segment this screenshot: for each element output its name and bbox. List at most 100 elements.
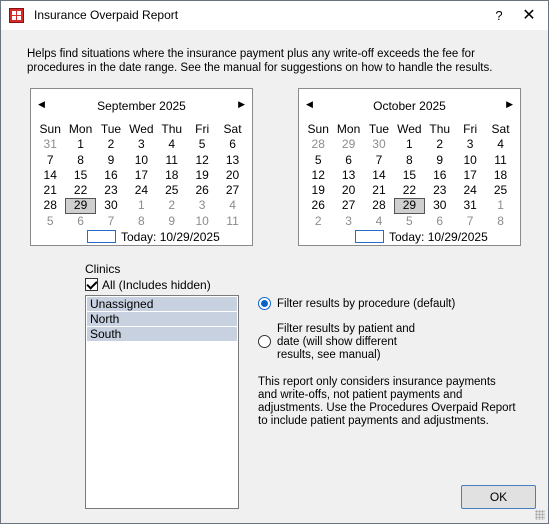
calendar-day[interactable]: 6 xyxy=(425,214,455,229)
calendar-day[interactable]: 6 xyxy=(65,214,95,229)
calendar-day[interactable]: 27 xyxy=(333,198,363,213)
filter-by-procedure-label[interactable]: Filter results by procedure (default) xyxy=(277,298,455,311)
calendar-day[interactable]: 27 xyxy=(217,183,247,198)
calendar-day[interactable]: 7 xyxy=(455,214,485,229)
calendar-day[interactable]: 2 xyxy=(303,214,333,229)
calendar-day[interactable]: 5 xyxy=(394,214,424,229)
calendar-day[interactable]: 22 xyxy=(394,183,424,198)
calendar-day[interactable]: 19 xyxy=(303,183,333,198)
calendar-day[interactable]: 4 xyxy=(485,137,515,152)
calendar-day[interactable]: 28 xyxy=(303,137,333,152)
title-bar[interactable]: Insurance Overpaid Report ? ✕ xyxy=(1,1,548,31)
calendar-day[interactable]: 13 xyxy=(217,153,247,168)
calendar-day[interactable]: 10 xyxy=(455,153,485,168)
calendar-day[interactable]: 13 xyxy=(333,168,363,183)
calendar-day[interactable]: 14 xyxy=(35,168,65,183)
filter-by-procedure-radio[interactable] xyxy=(258,297,271,310)
calendar-day[interactable]: 30 xyxy=(425,198,455,213)
calendar-day[interactable]: 20 xyxy=(333,183,363,198)
calendar-day[interactable]: 5 xyxy=(303,153,333,168)
calendar-day[interactable]: 24 xyxy=(126,183,156,198)
calendar-day[interactable]: 12 xyxy=(187,153,217,168)
next-month-icon[interactable]: ▶ xyxy=(238,99,245,110)
calendar-day[interactable]: 5 xyxy=(35,214,65,229)
all-clinics-checkbox[interactable] xyxy=(85,278,98,291)
calendar-day[interactable]: 16 xyxy=(425,168,455,183)
calendar-day[interactable]: 18 xyxy=(157,168,187,183)
filter-by-patient-date-radio[interactable] xyxy=(258,335,271,348)
help-button[interactable]: ? xyxy=(489,6,509,26)
calendar-day[interactable]: 6 xyxy=(333,153,363,168)
list-item[interactable]: South xyxy=(87,327,237,341)
calendar-day[interactable]: 15 xyxy=(394,168,424,183)
calendar-day[interactable]: 2 xyxy=(157,198,187,213)
calendar-day[interactable]: 4 xyxy=(364,214,394,229)
calendar-day[interactable]: 9 xyxy=(157,214,187,229)
calendar-day[interactable]: 23 xyxy=(425,183,455,198)
calendar-day[interactable]: 23 xyxy=(96,183,126,198)
calendar-day[interactable]: 7 xyxy=(96,214,126,229)
calendar-day[interactable]: 16 xyxy=(96,168,126,183)
calendar-day[interactable]: 28 xyxy=(364,198,394,213)
calendar-day[interactable]: 7 xyxy=(35,153,65,168)
today-link[interactable]: Today: 10/29/2025 xyxy=(121,230,220,244)
calendar-day[interactable]: 28 xyxy=(35,198,65,213)
selected-day[interactable]: 29 xyxy=(65,198,96,214)
calendar-day[interactable]: 1 xyxy=(65,137,95,152)
ok-button[interactable]: OK xyxy=(461,485,536,509)
calendar-day[interactable]: 7 xyxy=(364,153,394,168)
calendar-day[interactable]: 1 xyxy=(485,198,515,213)
end-date-calendar[interactable]: ◀ October 2025 ▶ Sun Mon Tue Wed Thu Fri Sat 28… xyxy=(298,88,521,246)
calendar-day[interactable]: 3 xyxy=(126,137,156,152)
calendar-day[interactable]: 14 xyxy=(364,168,394,183)
calendar-day[interactable]: 8 xyxy=(65,153,95,168)
list-item[interactable]: North xyxy=(87,312,237,326)
calendar-day[interactable]: 2 xyxy=(96,137,126,152)
calendar-day[interactable]: 25 xyxy=(157,183,187,198)
calendar-day[interactable]: 26 xyxy=(303,198,333,213)
calendar-day[interactable]: 12 xyxy=(303,168,333,183)
calendar-day[interactable]: 18 xyxy=(485,168,515,183)
calendar-day[interactable]: 11 xyxy=(217,214,247,229)
calendar-day[interactable]: 3 xyxy=(333,214,363,229)
calendar-day[interactable]: 2 xyxy=(425,137,455,152)
calendar-day[interactable]: 6 xyxy=(217,137,247,152)
calendar-day[interactable]: 31 xyxy=(35,137,65,152)
calendar-day[interactable]: 30 xyxy=(96,198,126,213)
start-date-calendar[interactable]: ◀ September 2025 ▶ Sun Mon Tue Wed Thu Fri Sat… xyxy=(30,88,253,246)
calendar-day[interactable]: 11 xyxy=(157,153,187,168)
calendar-day[interactable]: 17 xyxy=(455,168,485,183)
calendar-day[interactable]: 5 xyxy=(187,137,217,152)
calendar-day[interactable]: 30 xyxy=(364,137,394,152)
calendar-day[interactable]: 22 xyxy=(65,183,95,198)
calendar-day[interactable]: 8 xyxy=(126,214,156,229)
close-icon[interactable]: ✕ xyxy=(519,6,539,26)
next-month-icon[interactable]: ▶ xyxy=(506,99,513,110)
calendar-day[interactable]: 24 xyxy=(455,183,485,198)
calendar-day[interactable]: 25 xyxy=(485,183,515,198)
calendar-day[interactable]: 19 xyxy=(187,168,217,183)
calendar-day[interactable]: 10 xyxy=(187,214,217,229)
calendar-day[interactable]: 4 xyxy=(157,137,187,152)
calendar-day[interactable]: 4 xyxy=(217,198,247,213)
calendar-day[interactable]: 3 xyxy=(455,137,485,152)
calendar-month-title[interactable]: September 2025 xyxy=(31,99,252,113)
calendar-day[interactable]: 11 xyxy=(485,153,515,168)
calendar-day[interactable]: 1 xyxy=(126,198,156,213)
calendar-day[interactable]: 29 xyxy=(333,137,363,152)
calendar-day[interactable]: 31 xyxy=(455,198,485,213)
calendar-day[interactable]: 21 xyxy=(364,183,394,198)
calendar-day[interactable]: 21 xyxy=(35,183,65,198)
clinic-list[interactable]: Unassigned North South xyxy=(85,295,239,509)
calendar-day[interactable]: 9 xyxy=(96,153,126,168)
all-clinics-label[interactable]: All (Includes hidden) xyxy=(102,278,211,292)
calendar-day[interactable]: 17 xyxy=(126,168,156,183)
calendar-day[interactable]: 8 xyxy=(394,153,424,168)
calendar-day[interactable]: 9 xyxy=(425,153,455,168)
calendar-day[interactable]: 15 xyxy=(65,168,95,183)
selected-day[interactable]: 29 xyxy=(394,198,425,214)
today-link[interactable]: Today: 10/29/2025 xyxy=(389,230,488,244)
calendar-day[interactable]: 20 xyxy=(217,168,247,183)
list-item[interactable]: Unassigned xyxy=(87,297,237,311)
calendar-day[interactable]: 10 xyxy=(126,153,156,168)
